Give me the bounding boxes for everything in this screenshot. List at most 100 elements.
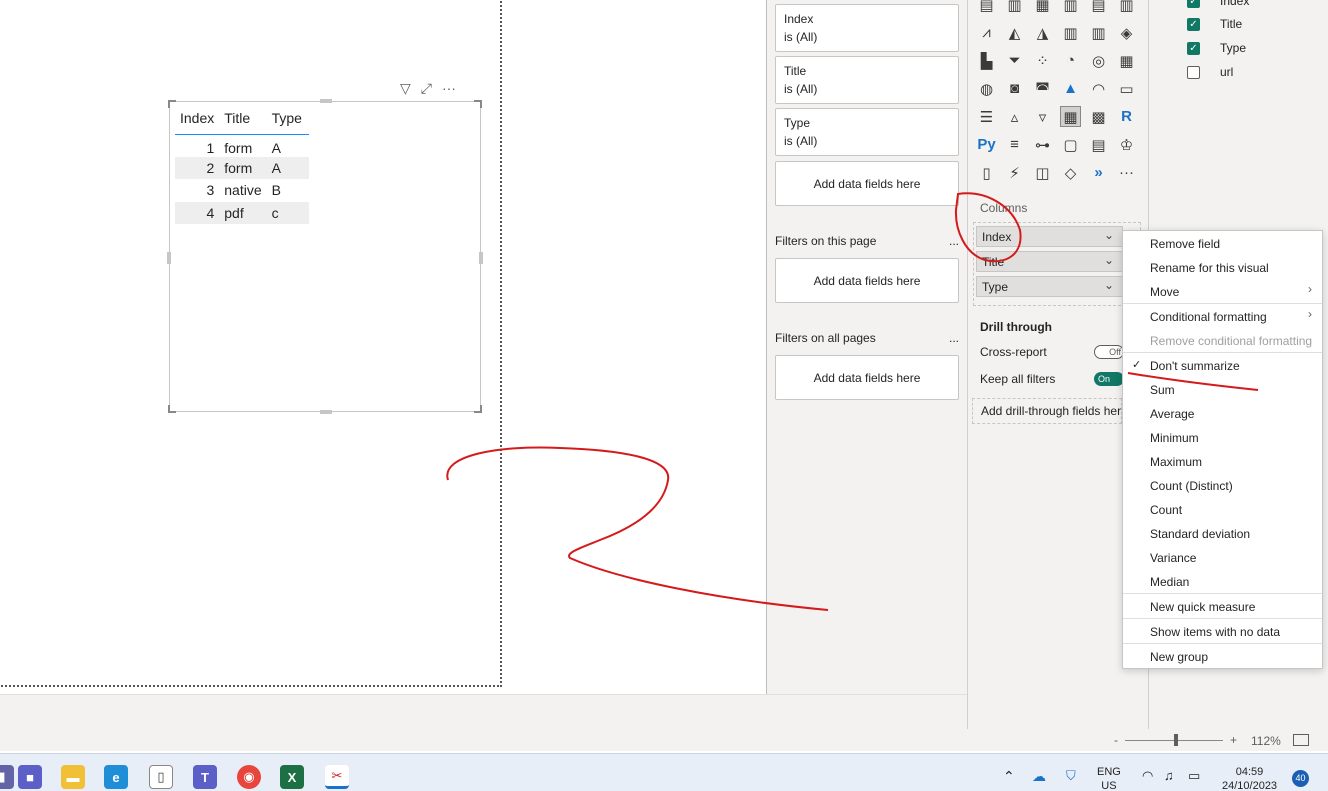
stacked-bar-chart-icon[interactable]: ▤ — [976, 0, 997, 15]
slicer-icon[interactable]: ▿ — [1032, 106, 1053, 127]
gauge-icon[interactable]: ◠ — [1088, 78, 1109, 99]
filter-card-title[interactable]: Title is (All) — [775, 56, 959, 104]
chevron-down-icon[interactable]: ⌄ — [1104, 253, 1114, 267]
report-canvas[interactable]: ▽ ⤢ ··· Index Title Type 1 form A 2 form… — [0, 0, 766, 694]
resize-handle[interactable] — [474, 405, 482, 413]
funnel-chart-icon[interactable]: ⏷ — [1004, 50, 1025, 71]
filled-map-icon[interactable]: ◙ — [1004, 78, 1025, 99]
area-chart-icon[interactable]: ◭ — [1004, 22, 1025, 43]
more-visuals-icon[interactable]: ··· — [1116, 162, 1137, 183]
key-influencers-icon[interactable]: ≡ — [1004, 134, 1025, 155]
menu-item-variance[interactable]: Variance — [1150, 551, 1196, 565]
matrix-icon[interactable]: ▩ — [1088, 106, 1109, 127]
chevron-up-icon[interactable]: ⌃ — [1003, 769, 1015, 783]
filter-card-index[interactable]: Index is (All) — [775, 4, 959, 52]
menu-item-sum[interactable]: Sum — [1150, 383, 1175, 397]
menu-item-move[interactable]: Move — [1150, 285, 1179, 299]
map-icon[interactable]: ◍ — [976, 78, 997, 99]
cross-report-toggle[interactable]: Off — [1094, 345, 1124, 359]
wifi-icon[interactable]: ◠ — [1142, 769, 1153, 783]
menu-item-median[interactable]: Median — [1150, 575, 1189, 589]
kpi-icon[interactable]: ▵ — [1004, 106, 1025, 127]
notepad-icon[interactable]: ▯ — [149, 765, 173, 789]
card-icon[interactable]: ▭ — [1116, 78, 1137, 99]
menu-item-average[interactable]: Average — [1150, 407, 1194, 421]
edge-browser-icon[interactable]: e — [104, 765, 128, 789]
resize-handle[interactable] — [168, 405, 176, 413]
language-indicator[interactable]: ENG US — [1097, 765, 1121, 791]
r-visual-icon[interactable]: R — [1116, 106, 1137, 127]
clock[interactable]: 04:59 24/10/2023 — [1222, 765, 1277, 791]
shape-map-icon[interactable]: ◚ — [1032, 78, 1053, 99]
paginated-report-icon[interactable]: ▯ — [976, 162, 997, 183]
battery-icon[interactable]: ▭ — [1188, 769, 1200, 783]
add-drill-through-dropzone[interactable]: Add drill-through fields here — [972, 398, 1122, 424]
teams-icon[interactable]: T — [193, 765, 217, 789]
metrics-icon[interactable]: ⚡ — [1004, 162, 1025, 183]
column-header-type[interactable]: Type — [266, 106, 309, 135]
checkbox-checked-icon[interactable]: ✓ — [1187, 41, 1200, 55]
100-percent-bar-chart-icon[interactable]: ▤ — [1088, 0, 1109, 15]
volume-icon[interactable]: ♫ — [1164, 769, 1174, 783]
data-table[interactable]: Index Title Type 1 form A 2 form A 3 nat… — [175, 106, 309, 224]
clustered-bar-chart-icon[interactable]: ▦ — [1032, 0, 1053, 15]
keep-all-filters-toggle[interactable]: On — [1094, 372, 1124, 386]
menu-item-show-items-no-data[interactable]: Show items with no data — [1150, 625, 1280, 639]
menu-item-minimum[interactable]: Minimum — [1150, 431, 1199, 445]
menu-item-dont-summarize[interactable]: Don't summarize — [1150, 359, 1240, 373]
line-chart-icon[interactable]: ⩘ — [976, 22, 997, 43]
column-pill-index[interactable]: Index ⌄ — [976, 226, 1123, 247]
add-report-filter-dropzone[interactable]: Add data fields here — [775, 355, 959, 400]
menu-item-maximum[interactable]: Maximum — [1150, 455, 1202, 469]
power-automate-flow-icon[interactable]: » — [1088, 162, 1109, 183]
file-explorer-icon[interactable]: ▬ — [61, 765, 85, 789]
fit-to-page-icon[interactable] — [1293, 734, 1309, 746]
more-options-icon[interactable]: ··· — [442, 81, 456, 95]
line-stacked-column-chart-icon[interactable]: ▥ — [1088, 22, 1109, 43]
checkbox-checked-icon[interactable]: ✓ — [1187, 17, 1200, 31]
field-item[interactable]: ✓ Index — [1187, 0, 1249, 8]
azure-map-icon[interactable]: ▲ — [1060, 78, 1081, 99]
security-shield-icon[interactable]: ⛉ — [1066, 769, 1076, 783]
field-item[interactable]: ✓ Type — [1187, 41, 1246, 55]
zoom-in-button[interactable]: + — [1230, 733, 1237, 747]
checkbox-checked-icon[interactable]: ✓ — [1187, 0, 1200, 8]
zoom-app-icon[interactable]: ▮ — [0, 765, 14, 789]
ribbon-chart-icon[interactable]: ◈ — [1116, 22, 1137, 43]
clustered-column-chart-icon[interactable]: ▥ — [1060, 0, 1081, 15]
menu-item-rename[interactable]: Rename for this visual — [1150, 261, 1269, 275]
column-header-title[interactable]: Title — [219, 106, 267, 135]
stacked-column-chart-icon[interactable]: ▥ — [1004, 0, 1025, 15]
more-options-icon[interactable]: ... — [949, 331, 959, 345]
pie-chart-icon[interactable]: ◔ — [1060, 50, 1081, 71]
field-item[interactable]: url — [1187, 65, 1233, 79]
resize-handle[interactable] — [320, 410, 332, 414]
smart-narrative-icon[interactable]: ▤ — [1088, 134, 1109, 155]
multi-row-card-icon[interactable]: ☰ — [976, 106, 997, 127]
checkbox-unchecked-icon[interactable] — [1187, 65, 1200, 79]
decomposition-tree-icon[interactable]: ⊶ — [1032, 134, 1053, 155]
qa-icon[interactable]: ▢ — [1060, 134, 1081, 155]
chrome-icon[interactable]: ◉ — [237, 765, 261, 789]
resize-handle[interactable] — [474, 100, 482, 108]
zoom-slider-thumb[interactable] — [1174, 734, 1178, 746]
100-percent-column-chart-icon[interactable]: ▥ — [1116, 0, 1137, 15]
filter-card-type[interactable]: Type is (All) — [775, 108, 959, 156]
filter-icon[interactable]: ▽ — [400, 81, 411, 95]
power-apps-icon[interactable]: ◫ — [1032, 162, 1053, 183]
excel-icon[interactable]: X — [280, 765, 304, 789]
chevron-down-icon[interactable]: ⌄ — [1104, 228, 1114, 242]
resize-handle[interactable] — [320, 99, 332, 103]
scatter-chart-icon[interactable]: ⁘ — [1032, 50, 1053, 71]
focus-mode-icon[interactable]: ⤢ — [421, 81, 432, 95]
snipping-tool-icon[interactable]: ✂ — [325, 765, 349, 789]
resize-handle[interactable] — [167, 252, 171, 264]
waterfall-chart-icon[interactable]: ▙ — [976, 50, 997, 71]
table-icon[interactable]: ▦ — [1060, 106, 1081, 127]
resize-handle[interactable] — [479, 252, 483, 264]
column-header-index[interactable]: Index — [175, 106, 220, 135]
menu-item-remove-field[interactable]: Remove field — [1150, 237, 1220, 251]
chevron-down-icon[interactable]: ⌄ — [1104, 278, 1114, 292]
camera-app-icon[interactable]: ■ — [18, 765, 42, 789]
onedrive-icon[interactable]: ☁ — [1032, 769, 1046, 783]
